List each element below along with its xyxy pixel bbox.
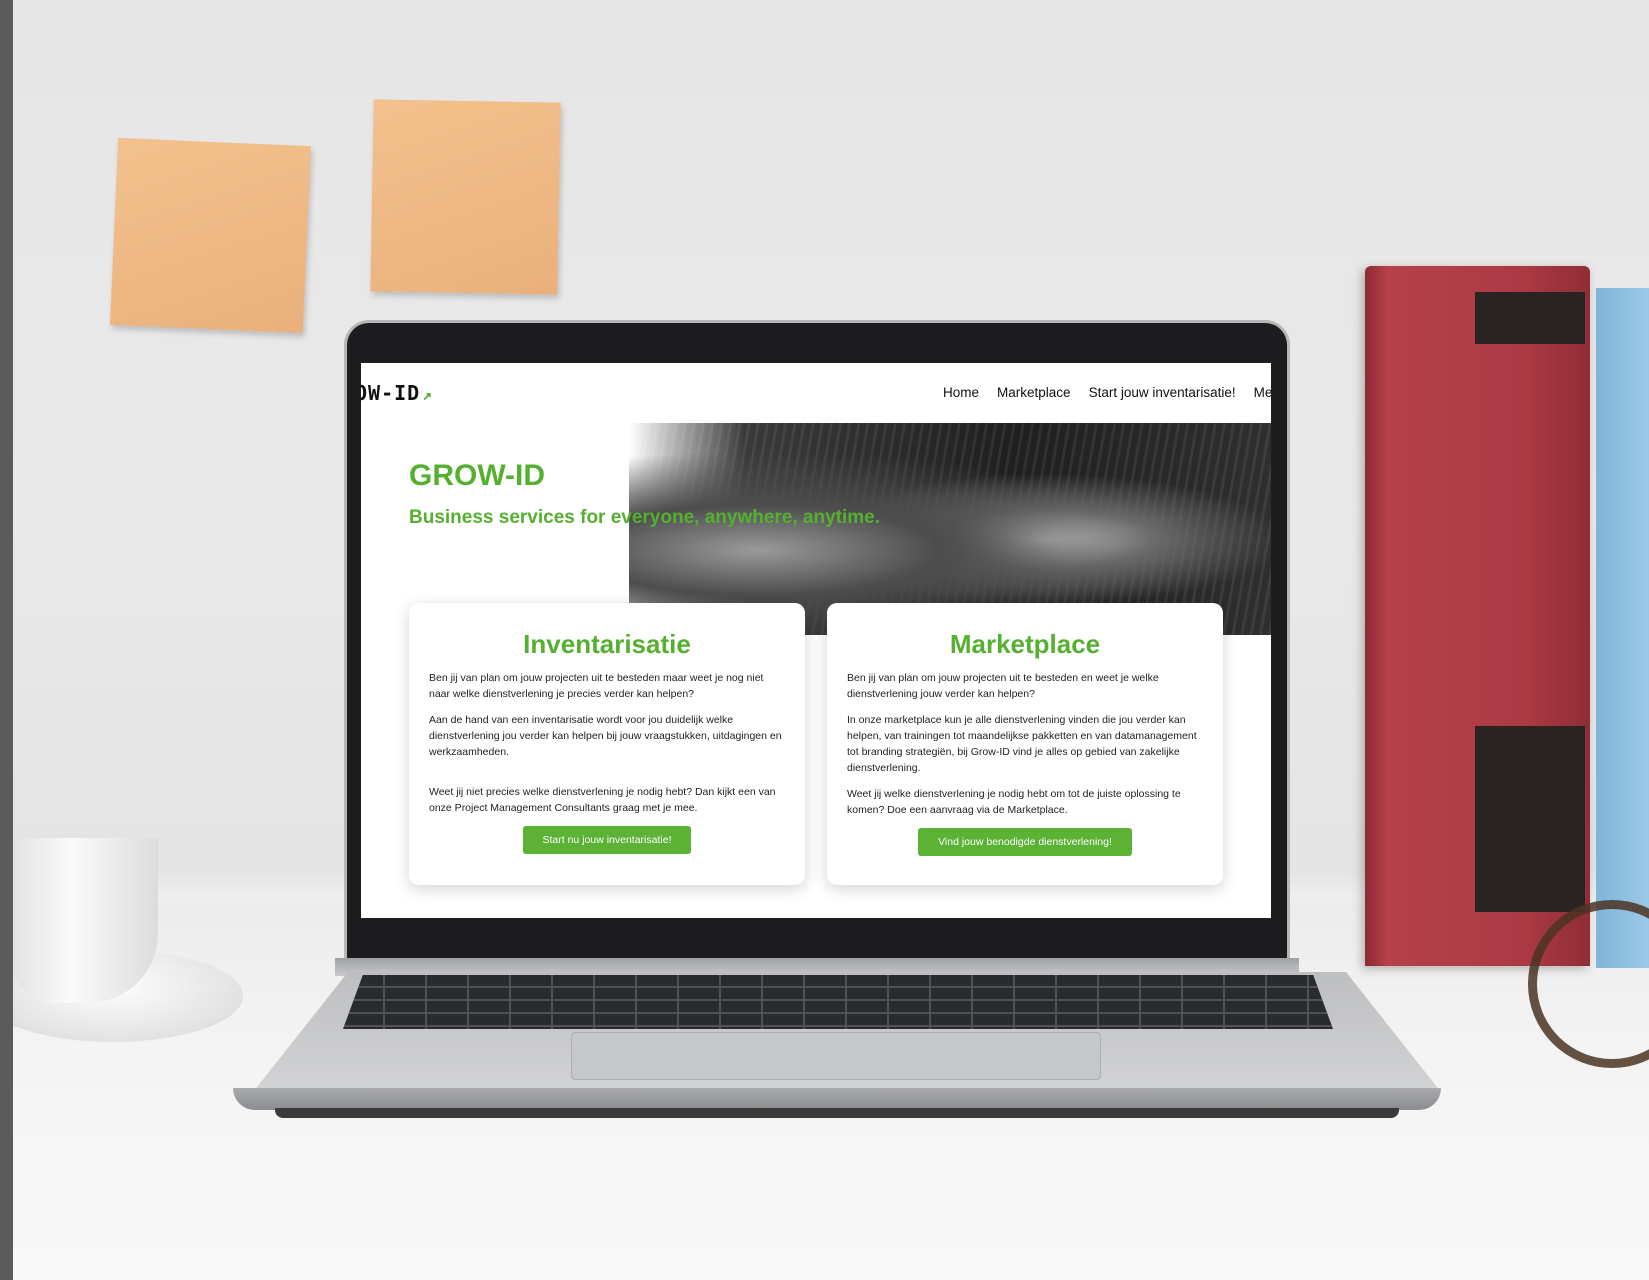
logo-text: OW-ID (361, 381, 421, 405)
laptop-foot (275, 1108, 1399, 1118)
nav-meer[interactable]: Meer (1254, 385, 1271, 400)
trend-arrow-icon: ↗ (422, 385, 433, 404)
laptop-base (233, 1088, 1441, 1110)
photo-scene: OW-ID ↗ Home Marketplace Start jouw inven… (13, 0, 1649, 1280)
start-inventarisatie-button[interactable]: Start nu jouw inventarisatie! (522, 826, 692, 854)
sticky-note (110, 137, 311, 334)
main-nav: Home Marketplace Start jouw inventarisat… (943, 385, 1271, 400)
hero-title: GROW-ID (409, 459, 546, 492)
find-service-button[interactable]: Vind jouw benodigde dienstverlening! (918, 828, 1132, 856)
card-paragraph: Weet jij niet precies welke dienstverlen… (429, 786, 776, 814)
card-paragraph: Weet jij welke dienstverlening je nodig … (847, 788, 1181, 816)
card-marketplace: Marketplace Ben jij van plan om jouw pro… (827, 603, 1223, 885)
site-logo[interactable]: OW-ID ↗ (361, 381, 433, 405)
card-inventarisatie: Inventarisatie Ben jij van plan om jouw … (409, 603, 805, 885)
site-header: OW-ID ↗ Home Marketplace Start jouw inven… (361, 363, 1271, 423)
nav-marketplace[interactable]: Marketplace (997, 385, 1071, 400)
laptop-screen: OW-ID ↗ Home Marketplace Start jouw inven… (361, 363, 1271, 918)
hero-subtitle: Business services for everyone, anywhere… (409, 507, 881, 528)
blue-book (1596, 288, 1649, 968)
card-title: Inventarisatie (523, 629, 691, 659)
card-paragraph: Aan de hand van een inventarisatie wordt… (429, 714, 782, 758)
card-title: Marketplace (949, 629, 1101, 659)
red-book (1365, 266, 1590, 966)
nav-home[interactable]: Home (943, 385, 979, 400)
book-band (1475, 292, 1585, 344)
book-band (1475, 726, 1585, 912)
trackpad (571, 1032, 1101, 1080)
card-paragraph: In onze marketplace kun je alle dienstve… (847, 714, 1197, 774)
card-paragraph: Ben jij van plan om jouw projecten uit t… (847, 672, 1159, 700)
coffee-cup (13, 838, 158, 1003)
nav-inventarisatie[interactable]: Start jouw inventarisatie! (1089, 385, 1236, 400)
sticky-note (370, 99, 561, 295)
keyboard (343, 975, 1333, 1029)
card-paragraph: Ben jij van plan om jouw projecten uit t… (429, 672, 764, 700)
